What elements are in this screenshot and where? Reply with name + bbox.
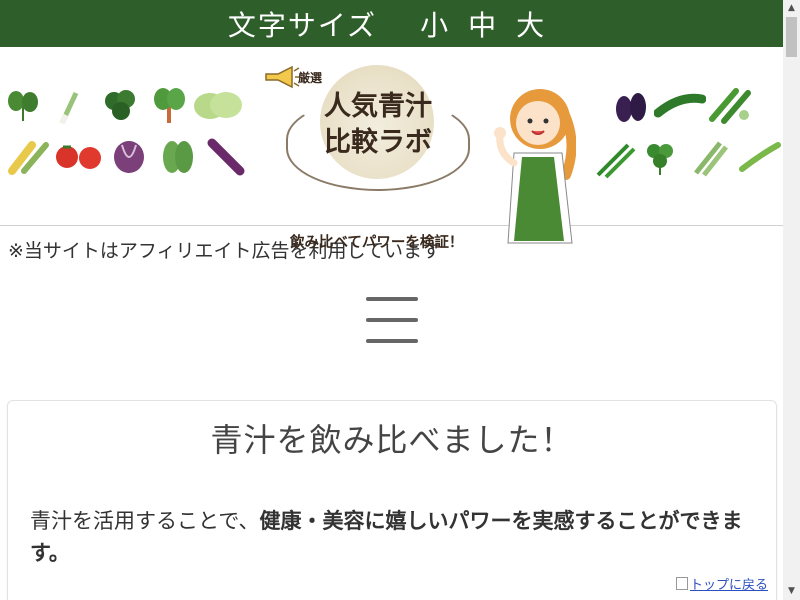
back-to-top-label: トップに戻る — [690, 578, 769, 593]
logo-title-line2: 比較ラボ — [324, 127, 432, 158]
font-size-medium-button[interactable]: 中 — [468, 4, 498, 44]
article-intro: 青汁を活用することで、健康・美容に嬉しいパワーを実感することができます。 — [30, 505, 760, 569]
article-heading: 青汁を飲み比べました！ — [210, 421, 574, 459]
scroll-down-arrow-icon[interactable]: ▼ — [783, 583, 800, 600]
page: 文字サイズ 小 中 大 厳選 人気青汁 比較ラボ 飲み比べてパワーを検証！ ※当… — [0, 0, 783, 600]
site-logo[interactable]: 厳選 人気青汁 比較ラボ 飲み比べてパワーを検証！ — [262, 61, 494, 256]
scrollbar-thumb[interactable] — [786, 17, 797, 57]
parsley-icon — [647, 144, 673, 175]
cucumber-icon — [654, 93, 706, 118]
corn-icon — [8, 141, 49, 175]
spinach-icon — [8, 91, 38, 121]
mulukhiya-icon — [105, 90, 135, 120]
font-size-label: 文字サイズ — [227, 8, 378, 42]
font-size-small-button[interactable]: 小 — [420, 4, 450, 44]
okra-icon — [709, 88, 751, 124]
back-to-top-link[interactable]: トップに戻る — [676, 574, 768, 593]
logo-selected-label: 厳選 — [298, 71, 323, 85]
tomato-icon — [56, 145, 101, 169]
eggplant-pair-icon — [616, 93, 646, 122]
bok-choy-icon — [163, 141, 193, 173]
mascot-girl-illustration — [494, 89, 576, 244]
broken-image-icon — [676, 577, 688, 590]
megaphone-icon — [265, 65, 300, 89]
article-card: 青汁を飲み比べました！ 青汁を活用することで、健康・美容に嬉しいパワーを実感する… — [7, 400, 777, 600]
komatsuna-icon — [154, 88, 185, 123]
vertical-scrollbar[interactable]: ▲ ▼ — [783, 0, 800, 600]
green-beans-icon — [596, 143, 636, 179]
logo-subtitle: 飲み比べてパワーを検証！ — [290, 235, 464, 251]
scroll-up-arrow-icon[interactable]: ▲ — [783, 0, 800, 17]
purple-cabbage-icon — [114, 141, 144, 173]
eggplant-icon — [207, 138, 245, 176]
logo-title-line1: 人気青汁 — [324, 91, 432, 122]
font-size-bar: 文字サイズ 小 中 大 — [0, 0, 783, 47]
snow-peas-icon — [739, 142, 781, 172]
cabbage-icon — [194, 92, 242, 119]
hamburger-menu-icon[interactable] — [366, 297, 418, 347]
article-intro-plain: 青汁を活用することで、 — [30, 509, 260, 533]
site-header-banner[interactable]: 厳選 人気青汁 比較ラボ 飲み比べてパワーを検証！ — [0, 47, 783, 251]
logo-title: 人気青汁 比較ラボ — [324, 89, 464, 161]
green-onion-icon — [59, 91, 79, 125]
asparagus-icon — [694, 141, 728, 177]
font-size-large-button[interactable]: 大 — [516, 4, 546, 44]
